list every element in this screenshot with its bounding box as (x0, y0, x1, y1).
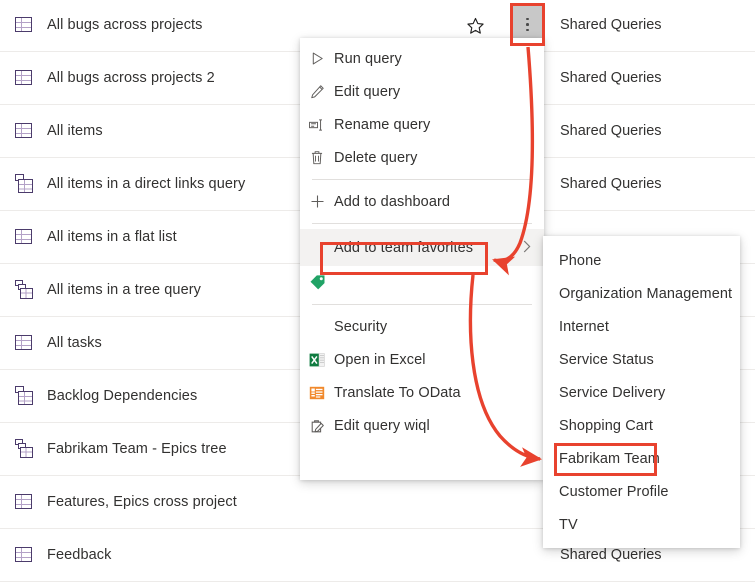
team-favorite-item[interactable]: Customer Profile (543, 475, 740, 508)
context-menu-item[interactable]: Translate To OData (300, 376, 544, 409)
query-folder-path: Shared Queries (560, 547, 662, 563)
team-favorite-item[interactable]: Service Status (543, 343, 740, 376)
flat-grid-icon (13, 491, 35, 513)
flat-grid-icon (13, 226, 35, 248)
context-menu-item[interactable] (300, 266, 544, 299)
context-menu-item[interactable]: Run query (300, 42, 544, 75)
context-menu-item-label: Open in Excel (334, 351, 426, 368)
context-menu-item[interactable]: Open in Excel (300, 343, 544, 376)
green-tag-icon (300, 274, 334, 291)
edit-wiql-icon (300, 418, 334, 434)
more-actions-ellipsis-icon (526, 17, 529, 32)
query-name: Backlog Dependencies (47, 388, 198, 404)
flat-grid-icon (13, 120, 35, 142)
team-favorites-submenu[interactable]: Phone Organization Management Internet Serv… (543, 236, 740, 548)
query-name: All items (47, 123, 103, 139)
direct-links-icon (13, 173, 35, 195)
menu-separator (312, 223, 532, 224)
query-name: All bugs across projects (47, 17, 203, 33)
odata-icon (300, 385, 334, 401)
menu-separator (312, 304, 532, 305)
menu-separator (312, 179, 532, 180)
team-favorite-item[interactable]: Internet (543, 310, 740, 343)
query-name: All items in a direct links query (47, 176, 246, 192)
query-name: All items in a flat list (47, 229, 177, 245)
context-menu-item[interactable]: Add to dashboard (300, 185, 544, 218)
team-favorite-item[interactable]: Fabrikam Team (543, 442, 740, 475)
context-menu-item[interactable]: Rename query (300, 108, 544, 141)
context-menu-item-label: Edit query wiql (334, 417, 430, 434)
tree-query-icon (13, 438, 35, 460)
query-context-menu[interactable]: Run query Edit query Rename query Delete qu… (300, 38, 544, 480)
trash-can-icon (300, 150, 334, 165)
context-menu-item-label: Add to team favorites (334, 239, 474, 256)
context-menu-item[interactable]: Edit query (300, 75, 544, 108)
excel-icon (300, 352, 334, 368)
context-menu-item[interactable]: Add to team favorites (300, 229, 544, 266)
star-outline-icon (466, 17, 484, 34)
team-favorite-item[interactable]: Phone (543, 244, 740, 277)
context-menu-item[interactable]: Delete query (300, 141, 544, 174)
flat-grid-icon (13, 544, 35, 566)
flat-grid-icon (13, 332, 35, 354)
direct-links-icon (13, 385, 35, 407)
context-menu-item-label: Security (334, 318, 388, 335)
pencil-icon (300, 84, 334, 99)
query-folder-path: Shared Queries (560, 17, 662, 33)
play-triangle-icon (300, 51, 334, 66)
context-menu-item-label: Delete query (334, 149, 418, 166)
context-menu-item[interactable]: Edit query wiql (300, 409, 544, 442)
query-folder-path: Shared Queries (560, 176, 662, 192)
context-menu-item-label: Add to dashboard (334, 193, 451, 210)
team-favorite-item[interactable]: Service Delivery (543, 376, 740, 409)
plus-icon (300, 194, 334, 209)
query-name: Feedback (47, 547, 112, 563)
query-name: All tasks (47, 335, 102, 351)
team-favorite-item[interactable]: TV (543, 508, 740, 541)
query-name: Features, Epics cross project (47, 494, 237, 510)
team-favorite-item[interactable]: Shopping Cart (543, 409, 740, 442)
team-favorite-item[interactable]: Organization Management (543, 277, 740, 310)
context-menu-item-label: Rename query (334, 116, 431, 133)
context-menu-item[interactable]: Security (300, 310, 544, 343)
chevron-right-icon (523, 240, 531, 256)
query-name: All bugs across projects 2 (47, 70, 215, 86)
query-name: All items in a tree query (47, 282, 202, 298)
flat-grid-icon (13, 67, 35, 89)
context-menu-item-label: Run query (334, 50, 402, 67)
query-folder-path: Shared Queries (560, 123, 662, 139)
query-folder-path: Shared Queries (560, 70, 662, 86)
query-name: Fabrikam Team - Epics tree (47, 441, 227, 457)
rename-icon (300, 118, 334, 132)
context-menu-item-label: Edit query (334, 83, 401, 100)
tree-query-icon (13, 279, 35, 301)
context-menu-item-label: Translate To OData (334, 384, 461, 401)
flat-grid-icon (13, 14, 35, 36)
